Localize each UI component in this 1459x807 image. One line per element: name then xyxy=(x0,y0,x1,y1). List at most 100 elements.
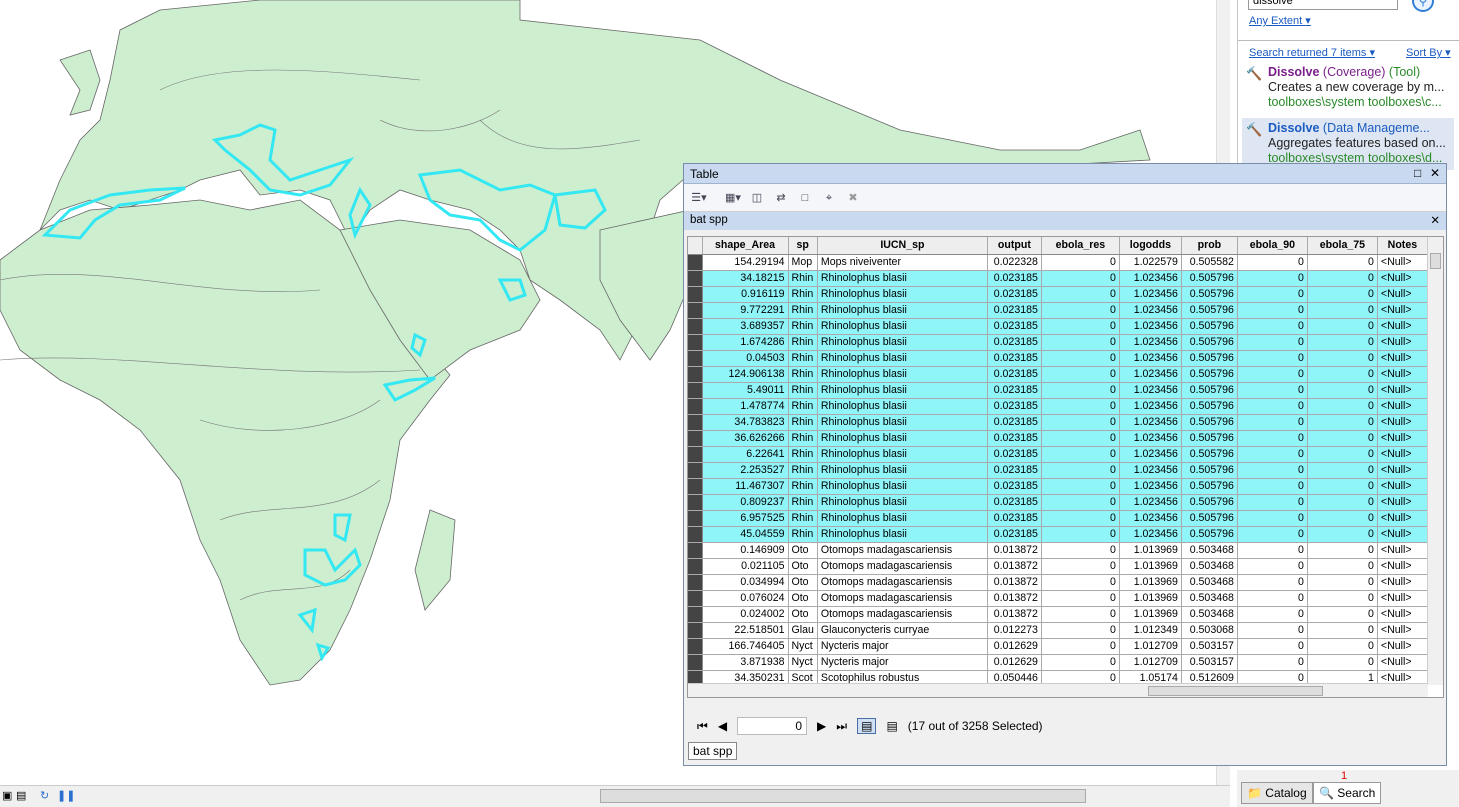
table-row[interactable]: 6.957525 Rhin Rhinolophus blasii 0.023185 0 1… xyxy=(688,510,1428,527)
table-cell[interactable]: 9.772291 xyxy=(702,302,789,319)
table-cell[interactable]: 0 xyxy=(1041,462,1120,479)
table-cell[interactable]: Otomops madagascariensis xyxy=(817,558,988,575)
table-cell[interactable]: Oto xyxy=(788,606,818,623)
table-cell[interactable]: 0.023185 xyxy=(987,526,1042,543)
row-selector[interactable] xyxy=(688,606,703,623)
table-cell[interactable]: Otomops madagascariensis xyxy=(817,606,988,623)
table-cell[interactable]: 0 xyxy=(1041,334,1120,351)
table-cell[interactable]: Rhinolophus blasii xyxy=(817,270,988,287)
table-cell[interactable]: 0 xyxy=(1041,254,1120,271)
table-cell[interactable]: 0 xyxy=(1307,302,1378,319)
results-count[interactable]: Search returned 7 items ▾ xyxy=(1249,46,1375,59)
table-cell[interactable]: 0.505796 xyxy=(1181,446,1238,463)
table-cell[interactable]: <Null> xyxy=(1377,414,1428,431)
table-row[interactable]: 0.146909 Oto Otomops madagascariensis 0.013… xyxy=(688,542,1428,559)
table-cell[interactable]: 0.505796 xyxy=(1181,430,1238,447)
scrollbar-thumb[interactable] xyxy=(1148,686,1323,696)
table-cell[interactable]: <Null> xyxy=(1377,526,1428,543)
table-cell[interactable]: 0.505796 xyxy=(1181,382,1238,399)
table-cell[interactable]: 5.49011 xyxy=(702,382,789,399)
table-cell[interactable]: 0.505796 xyxy=(1181,334,1238,351)
table-cell[interactable]: Otomops madagascariensis xyxy=(817,574,988,591)
table-cell[interactable]: 0.023185 xyxy=(987,350,1042,367)
table-cell[interactable]: Rhin xyxy=(788,510,818,527)
table-cell[interactable]: Rhin xyxy=(788,462,818,479)
table-cell[interactable]: 1.023456 xyxy=(1119,494,1182,511)
sort-by-dropdown[interactable]: Sort By ▾ xyxy=(1406,46,1451,59)
table-cell[interactable]: Mops niveiventer xyxy=(817,254,988,271)
table-cell[interactable]: 0 xyxy=(1237,478,1308,495)
last-record-icon[interactable]: ⏭ xyxy=(836,719,847,734)
table-cell[interactable]: 1.023456 xyxy=(1119,382,1182,399)
table-cell[interactable]: Rhin xyxy=(788,286,818,303)
table-cell[interactable]: 2.253527 xyxy=(702,462,789,479)
table-cell[interactable]: 0 xyxy=(1237,350,1308,367)
table-cell[interactable]: 0 xyxy=(1041,286,1120,303)
table-cell[interactable]: 0 xyxy=(1041,558,1120,575)
table-cell[interactable]: 0.505796 xyxy=(1181,494,1238,511)
table-cell[interactable]: 0 xyxy=(1307,622,1378,639)
table-cell[interactable]: 1.023456 xyxy=(1119,526,1182,543)
table-cell[interactable]: 0 xyxy=(1237,462,1308,479)
table-cell[interactable]: 0.023185 xyxy=(987,382,1042,399)
table-cell[interactable]: Rhinolophus blasii xyxy=(817,430,988,447)
table-cell[interactable]: 0 xyxy=(1237,414,1308,431)
table-cell[interactable]: 0 xyxy=(1307,494,1378,511)
show-selected-records-icon[interactable]: ▤ xyxy=(886,719,897,733)
table-cell[interactable]: Rhinolophus blasii xyxy=(817,462,988,479)
table-row[interactable]: 22.518501 Glau Glauconycteris curryae 0.012… xyxy=(688,622,1428,639)
table-cell[interactable]: 0.023185 xyxy=(987,270,1042,287)
map-horizontal-scrollbar-thumb[interactable] xyxy=(600,789,1086,803)
table-cell[interactable]: 0 xyxy=(1041,270,1120,287)
table-cell[interactable]: 0.012629 xyxy=(987,654,1042,671)
data-view-icon[interactable]: ▤ xyxy=(16,789,26,802)
column-header[interactable]: shape_Area xyxy=(702,237,789,255)
table-cell[interactable]: Rhin xyxy=(788,494,818,511)
table-row[interactable]: 0.034994 Oto Otomops madagascariensis 0.013… xyxy=(688,574,1428,591)
clear-selection-icon[interactable]: □ xyxy=(796,190,814,206)
table-cell[interactable]: 0 xyxy=(1307,462,1378,479)
table-cell[interactable]: 0 xyxy=(1237,318,1308,335)
table-cell[interactable]: 0.04503 xyxy=(702,350,789,367)
table-cell[interactable]: 0.505582 xyxy=(1181,254,1238,271)
search-result-item[interactable]: 🔨 Dissolve (Coverage) (Tool) Creates a n… xyxy=(1242,62,1454,114)
table-row[interactable]: 1.674286 Rhin Rhinolophus blasii 0.023185 0 1… xyxy=(688,334,1428,351)
table-cell[interactable]: Rhinolophus blasii xyxy=(817,446,988,463)
table-cell[interactable]: 0 xyxy=(1307,398,1378,415)
table-cell[interactable]: Nycteris major xyxy=(817,654,988,671)
table-cell[interactable]: 1.023456 xyxy=(1119,302,1182,319)
table-cell[interactable]: 0 xyxy=(1237,270,1308,287)
table-cell[interactable]: 0.505796 xyxy=(1181,526,1238,543)
table-cell[interactable]: 0 xyxy=(1237,366,1308,383)
table-cell[interactable]: <Null> xyxy=(1377,542,1428,559)
table-cell[interactable]: 0 xyxy=(1237,622,1308,639)
table-cell[interactable]: 0 xyxy=(1237,302,1308,319)
table-cell[interactable]: 0 xyxy=(1307,574,1378,591)
layout-view-icon[interactable]: ▣ xyxy=(2,789,12,802)
table-cell[interactable]: 0 xyxy=(1237,574,1308,591)
table-cell[interactable]: 0 xyxy=(1041,510,1120,527)
table-cell[interactable]: 0 xyxy=(1237,334,1308,351)
row-selector[interactable] xyxy=(688,462,703,479)
table-cell[interactable]: 0.505796 xyxy=(1181,302,1238,319)
table-cell[interactable]: 0 xyxy=(1041,606,1120,623)
table-cell[interactable]: Rhin xyxy=(788,382,818,399)
table-cell[interactable]: <Null> xyxy=(1377,638,1428,655)
table-cell[interactable]: 0.012273 xyxy=(987,622,1042,639)
table-cell[interactable]: <Null> xyxy=(1377,366,1428,383)
table-cell[interactable]: Rhinolophus blasii xyxy=(817,382,988,399)
table-cell[interactable]: 1.023456 xyxy=(1119,366,1182,383)
table-cell[interactable]: 0 xyxy=(1237,638,1308,655)
table-cell[interactable]: Otomops madagascariensis xyxy=(817,542,988,559)
table-cell[interactable]: 0.503068 xyxy=(1181,622,1238,639)
table-cell[interactable]: 1.023456 xyxy=(1119,270,1182,287)
table-cell[interactable]: Rhinolophus blasii xyxy=(817,414,988,431)
table-cell[interactable]: <Null> xyxy=(1377,382,1428,399)
table-cell[interactable]: 0 xyxy=(1307,350,1378,367)
table-cell[interactable]: 0.503157 xyxy=(1181,638,1238,655)
table-cell[interactable]: Otomops madagascariensis xyxy=(817,590,988,607)
row-selector[interactable] xyxy=(688,478,703,495)
table-row[interactable]: 34.18215 Rhin Rhinolophus blasii 0.023185 0 1… xyxy=(688,270,1428,287)
table-cell[interactable]: 6.957525 xyxy=(702,510,789,527)
table-row[interactable]: 124.906138 Rhin Rhinolophus blasii 0.023185… xyxy=(688,366,1428,383)
